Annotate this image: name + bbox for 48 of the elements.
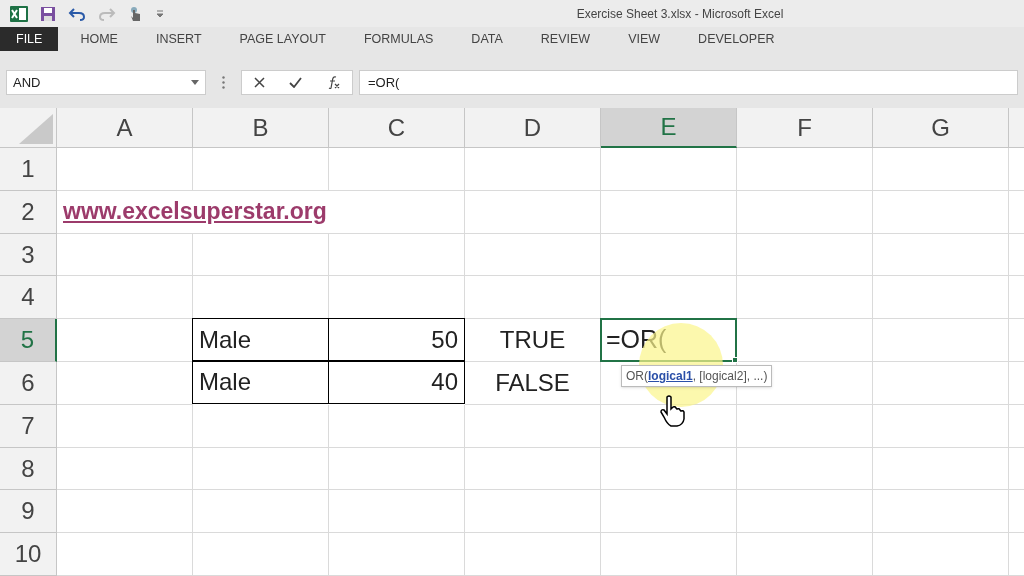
row-header[interactable]: 8 [0,447,57,491]
ribbon-tab[interactable]: FILE [0,27,59,52]
fill-handle[interactable] [732,357,738,363]
row-header[interactable]: 6 [0,362,57,405]
function-tooltip: OR(logical1, [logical2], ...) [621,365,773,388]
column-header[interactable]: G [873,108,1009,149]
undo-icon[interactable] [68,6,86,21]
ribbon-tab[interactable]: FORMULAS [347,27,450,52]
ribbon-tab[interactable]: HOME [64,27,134,52]
table-cell: 40 [328,361,465,404]
column-header[interactable]: E [601,108,737,149]
column-header[interactable]: A [57,108,193,149]
column-header[interactable]: B [193,108,329,149]
row-header[interactable]: 2 [0,190,57,234]
table-cell: FALSE [465,362,601,405]
table-cell: Male [192,361,329,404]
column-header[interactable]: D [465,108,601,149]
ribbon-tab[interactable]: REVIEW [524,27,607,52]
name-box[interactable]: AND [6,70,206,96]
customize-icon[interactable] [156,8,164,19]
check-icon[interactable] [289,77,303,89]
row-header[interactable]: 1 [0,148,57,191]
ribbon-tab[interactable]: DATA [455,27,519,52]
table-cell: 50 [328,318,465,361]
dropdown-arrow-icon [191,80,199,86]
column-header[interactable]: C [329,108,465,149]
formula-field[interactable]: =OR( [359,70,1018,96]
ribbon-tab[interactable]: VIEW [612,27,677,52]
ribbon-tab[interactable]: DEVELOPER [682,27,791,52]
window-title: Exercise Sheet 3.xlsx - Microsoft Excel [576,5,784,23]
save-icon[interactable] [40,5,56,22]
row-header[interactable]: 9 [0,490,57,534]
table-cell: Male [192,318,329,361]
cancel-icon[interactable] [254,77,266,89]
website-link[interactable]: www.excelsuperstar.org [63,194,327,229]
row-header[interactable]: 7 [0,404,57,448]
function-icon[interactable] [326,76,340,90]
row-header[interactable]: 3 [0,233,57,277]
ribbon-tab[interactable]: INSERT [139,27,218,52]
column-header[interactable]: F [737,108,873,149]
drag-handle-icon[interactable] [222,76,225,90]
corner-triangle-icon [19,114,53,145]
ribbon-tab[interactable]: PAGE LAYOUT [223,27,342,52]
row-header[interactable]: 10 [0,533,57,576]
row-header[interactable]: 5 [0,319,57,362]
spreadsheet-app-icon [10,5,28,22]
hand-cursor-icon [659,395,687,428]
row-header[interactable]: 4 [0,276,57,320]
